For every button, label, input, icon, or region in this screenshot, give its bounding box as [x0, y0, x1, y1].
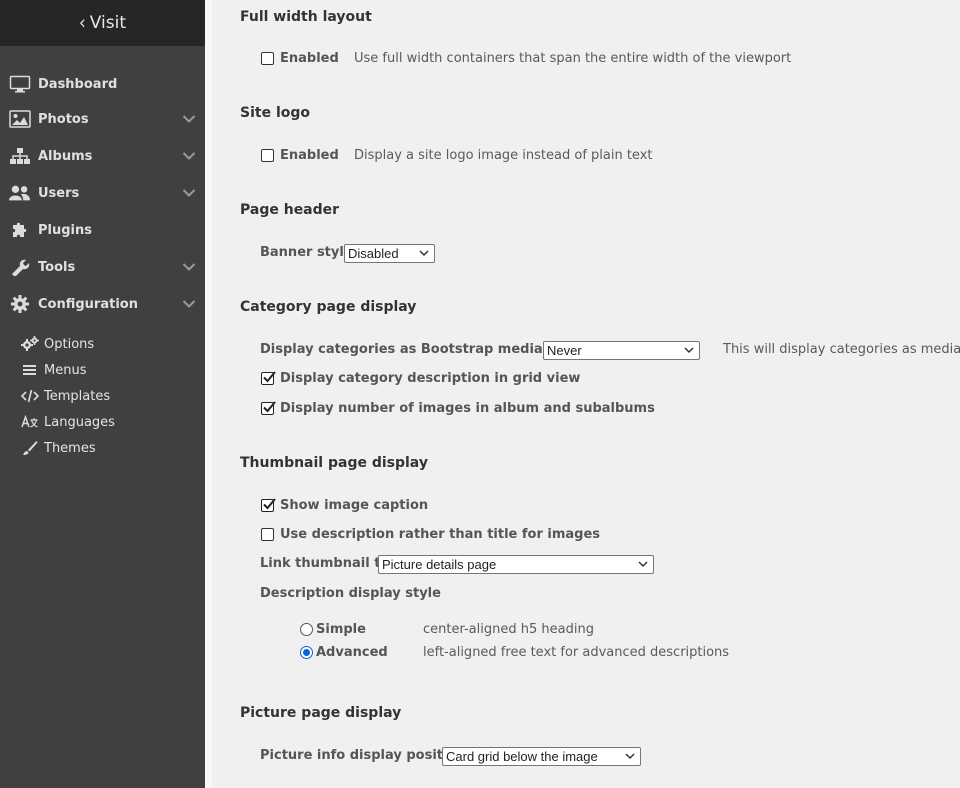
- radio-advanced-description: left-aligned free text for advanced desc…: [423, 645, 730, 660]
- media-wells-select[interactable]: Never: [543, 341, 700, 360]
- section-heading-category: Category page display: [240, 299, 417, 315]
- section-heading-picture: Picture page display: [240, 705, 402, 721]
- sidebar-subitem-themes[interactable]: Themes: [0, 436, 205, 460]
- sidebar-item-users[interactable]: Users: [0, 178, 205, 208]
- section-heading-full-width: Full width layout: [240, 9, 372, 25]
- chevron-down-icon[interactable]: [182, 151, 196, 161]
- banner-style-select[interactable]: Disabled: [344, 244, 435, 263]
- media-wells-description: This will display categories as media we…: [723, 342, 960, 357]
- sitemap-icon: [9, 146, 31, 166]
- num-images-checkbox[interactable]: [261, 401, 276, 415]
- chevron-down-icon: [625, 753, 635, 760]
- checkmark-icon: [263, 498, 276, 510]
- radio-simple-label: Simple: [316, 622, 366, 637]
- checkmark-icon: [263, 371, 276, 383]
- picture-info-select[interactable]: Card grid below the image: [442, 747, 641, 766]
- sidebar-item-dashboard[interactable]: Dashboard: [0, 69, 205, 99]
- main-content: Full width layout Enabled Use full width…: [212, 0, 960, 788]
- wrench-icon: [9, 257, 31, 277]
- full-width-checkbox-label: Enabled: [280, 51, 339, 66]
- sidebar-subitem-options[interactable]: Options: [0, 332, 205, 356]
- visit-link[interactable]: ‹ Visit: [0, 0, 205, 46]
- image-icon: [9, 109, 31, 129]
- sidebar-subitem-label: Options: [44, 336, 95, 352]
- users-icon: [9, 183, 31, 203]
- checkmark-icon: [263, 401, 276, 413]
- banner-style-label: Banner style: [260, 245, 353, 260]
- section-heading-site-logo: Site logo: [240, 105, 310, 121]
- picture-info-label: Picture info display position: [260, 748, 466, 763]
- sidebar-subitem-label: Languages: [44, 414, 115, 430]
- chevron-down-icon[interactable]: [182, 299, 196, 309]
- desc-grid-label: Display category description in grid vie…: [280, 371, 581, 386]
- radio-advanced-label: Advanced: [316, 645, 388, 660]
- section-heading-thumbnail: Thumbnail page display: [240, 455, 428, 471]
- language-icon: [21, 414, 39, 430]
- cogs-icon: [21, 336, 39, 352]
- radio-simple[interactable]: [300, 623, 313, 636]
- sidebar-subitem-languages[interactable]: Languages: [0, 410, 205, 434]
- sidebar-item-label: Configuration: [38, 296, 138, 312]
- radio-simple-description: center-aligned h5 heading: [423, 622, 594, 637]
- sidebar-item-label: Dashboard: [38, 76, 118, 92]
- num-images-label: Display number of images in album and su…: [280, 401, 655, 416]
- chevron-down-icon: [684, 347, 694, 354]
- sidebar-item-albums[interactable]: Albums: [0, 141, 205, 171]
- section-heading-page-header: Page header: [240, 202, 340, 218]
- puzzle-icon: [9, 220, 31, 240]
- chevron-left-icon: ‹: [78, 11, 86, 35]
- media-wells-label: Display categories as Bootstrap media we…: [260, 342, 585, 357]
- picture-info-value: Card grid below the image: [446, 749, 598, 764]
- sidebar: ‹ Visit Dashboard Photos Albums Users Pl…: [0, 0, 205, 788]
- sidebar-item-label: Plugins: [38, 222, 92, 238]
- link-thumbnail-select[interactable]: Picture details page: [378, 555, 654, 574]
- sidebar-divider: [205, 0, 212, 788]
- banner-style-value: Disabled: [348, 246, 399, 261]
- monitor-icon: [9, 74, 31, 94]
- visit-label: Visit: [89, 13, 127, 33]
- sidebar-subitem-label: Menus: [44, 362, 87, 378]
- chevron-down-icon[interactable]: [182, 262, 196, 272]
- use-desc-checkbox[interactable]: [261, 528, 274, 541]
- bars-icon: [21, 362, 39, 378]
- sidebar-subitem-menus[interactable]: Menus: [0, 358, 205, 382]
- sidebar-item-configuration[interactable]: Configuration: [0, 289, 205, 319]
- sidebar-item-label: Tools: [38, 259, 76, 275]
- sidebar-item-photos[interactable]: Photos: [0, 104, 205, 134]
- brush-icon: [21, 440, 39, 456]
- site-logo-checkbox-label: Enabled: [280, 148, 339, 163]
- full-width-checkbox[interactable]: [261, 52, 274, 65]
- desc-grid-checkbox[interactable]: [261, 371, 276, 385]
- desc-style-label: Description display style: [260, 586, 441, 601]
- sidebar-item-label: Albums: [38, 148, 93, 164]
- sidebar-subitem-label: Templates: [44, 388, 111, 404]
- sidebar-item-plugins[interactable]: Plugins: [0, 215, 205, 245]
- link-thumbnail-value: Picture details page: [382, 557, 497, 572]
- media-wells-value: Never: [547, 343, 582, 358]
- sidebar-item-label: Photos: [38, 111, 89, 127]
- show-caption-label: Show image caption: [280, 498, 429, 513]
- chevron-down-icon[interactable]: [182, 188, 196, 198]
- site-logo-checkbox[interactable]: [261, 149, 274, 162]
- sidebar-subitem-label: Themes: [44, 440, 96, 456]
- code-icon: [21, 388, 39, 404]
- sidebar-item-label: Users: [38, 185, 80, 201]
- chevron-down-icon: [419, 250, 429, 257]
- chevron-down-icon[interactable]: [182, 114, 196, 124]
- site-logo-description: Display a site logo image instead of pla…: [354, 148, 653, 163]
- link-thumbnail-label: Link thumbnail to: [260, 556, 390, 571]
- sidebar-item-tools[interactable]: Tools: [0, 252, 205, 282]
- sidebar-subitem-templates[interactable]: Templates: [0, 384, 205, 408]
- full-width-description: Use full width containers that span the …: [354, 51, 792, 66]
- gear-icon: [9, 294, 31, 314]
- show-caption-checkbox[interactable]: [261, 498, 276, 512]
- radio-advanced[interactable]: [300, 646, 313, 659]
- use-desc-label: Use description rather than title for im…: [280, 527, 601, 542]
- chevron-down-icon: [638, 561, 648, 568]
